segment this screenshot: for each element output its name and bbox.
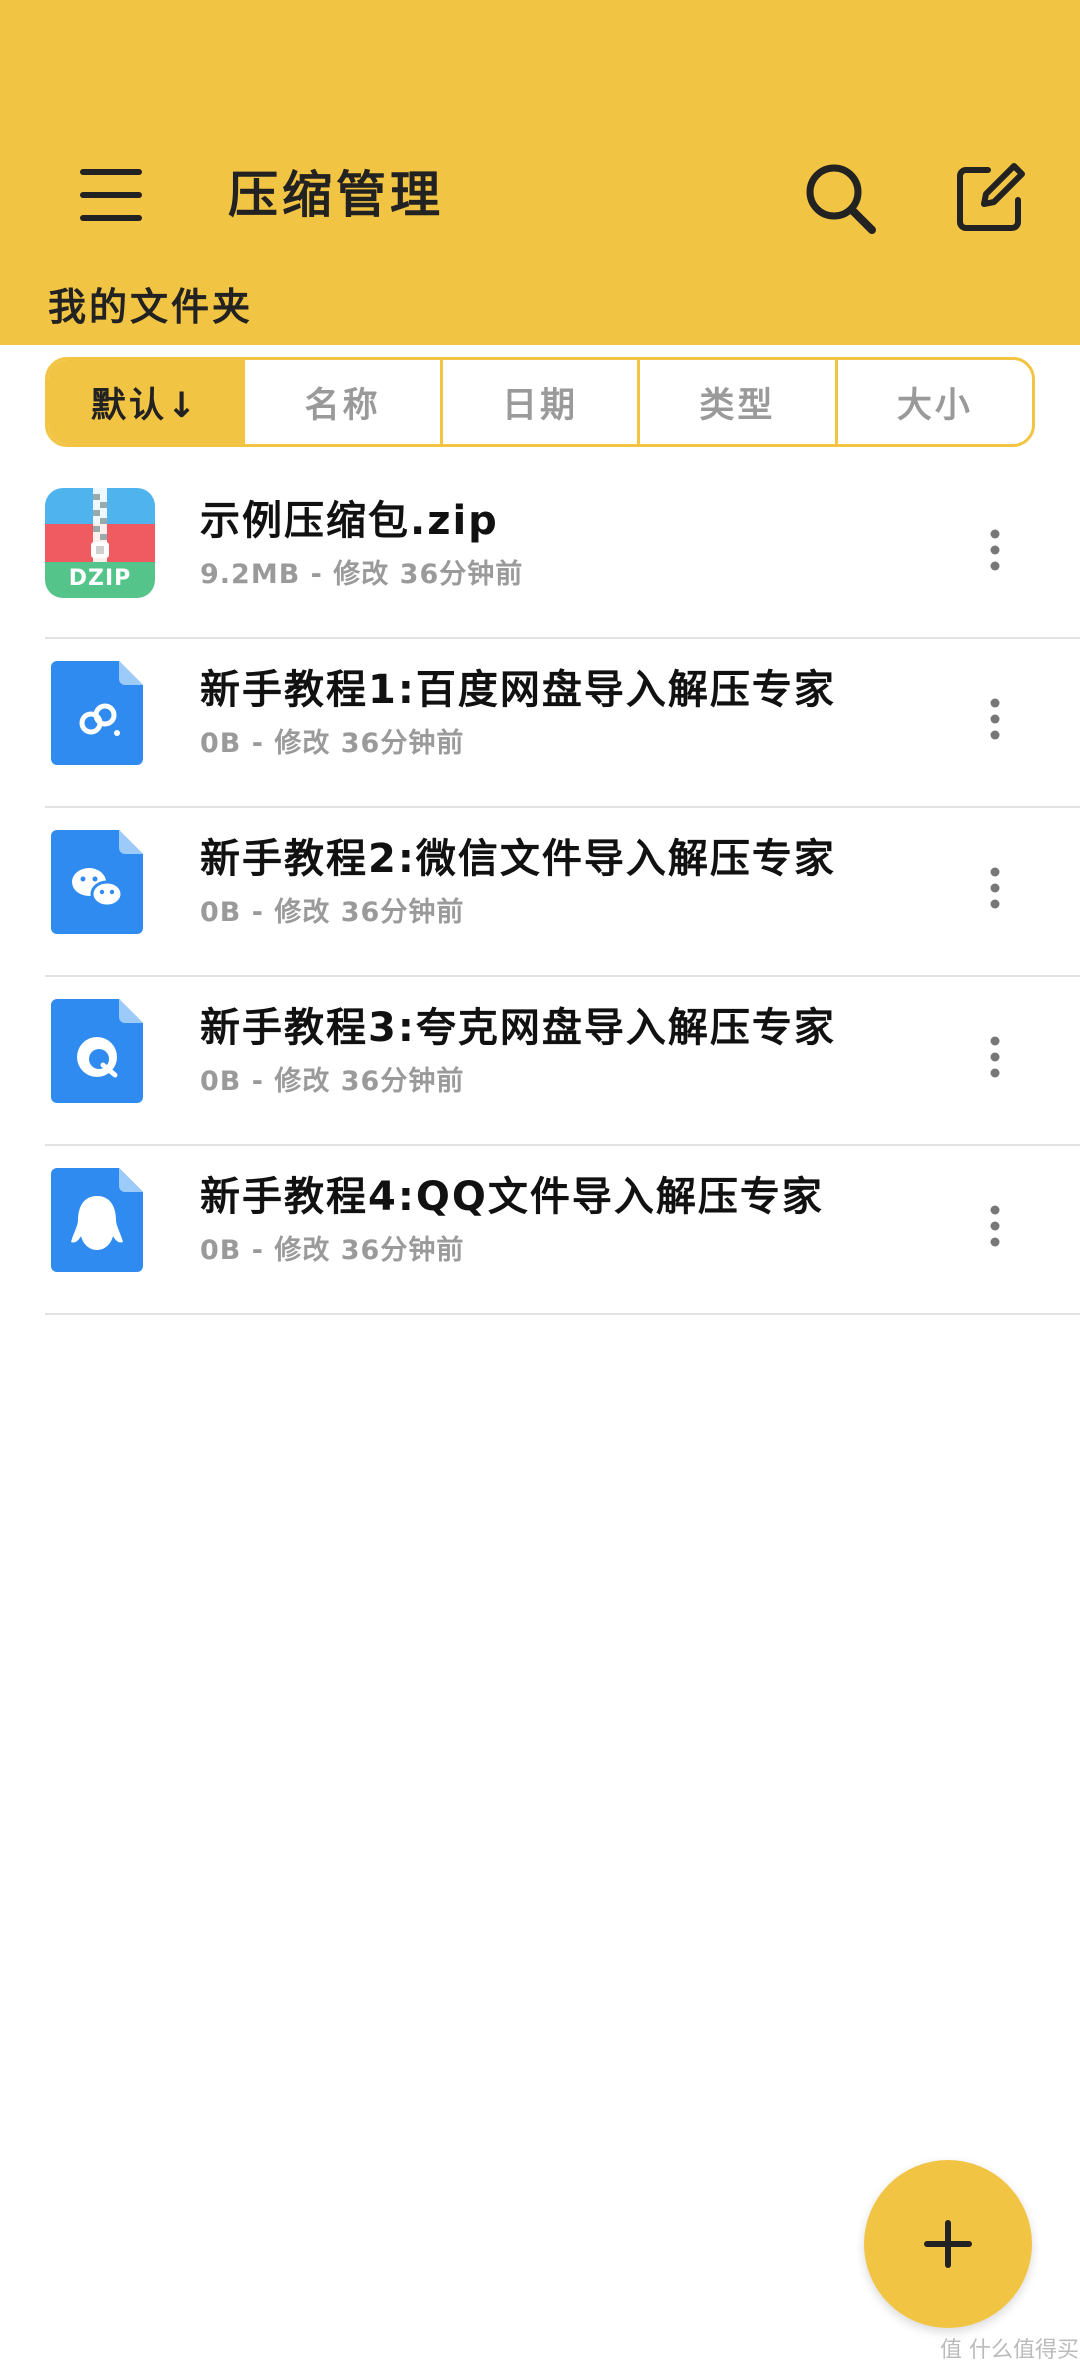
- sort-tabs: 默认↓ 名称 日期 类型 大小: [45, 357, 1035, 447]
- dzip-badge-label: DZIP: [68, 566, 132, 591]
- more-options-button[interactable]: [965, 848, 1025, 928]
- wechat-file-icon: [45, 826, 155, 936]
- sort-tab-name[interactable]: 名称: [242, 360, 439, 444]
- more-vertical-icon: [990, 698, 1000, 740]
- search-icon: [806, 164, 876, 234]
- file-row[interactable]: 新手教程2:微信文件导入解压专家 0B - 修改 36分钟前: [45, 808, 1080, 977]
- plus-icon: [924, 2220, 972, 2268]
- quark-netdisk-file-icon: [45, 995, 155, 1105]
- more-vertical-icon: [990, 1205, 1000, 1247]
- more-vertical-icon: [990, 529, 1000, 571]
- more-vertical-icon: [990, 1036, 1000, 1078]
- file-meta: 0B - 修改 36分钟前: [200, 1235, 465, 1266]
- app-header: 压缩管理 我的文件夹: [0, 0, 1080, 345]
- sort-tab-default[interactable]: 默认↓: [48, 360, 243, 444]
- file-meta: 0B - 修改 36分钟前: [200, 728, 465, 759]
- file-name: 新手教程3:夸克网盘导入解压专家: [200, 1005, 836, 1051]
- file-name: 新手教程2:微信文件导入解压专家: [200, 836, 836, 882]
- edit-icon: [957, 163, 1025, 231]
- menu-button[interactable]: [68, 150, 158, 240]
- sort-tab-size[interactable]: 大小: [834, 360, 1032, 444]
- file-name: 新手教程1:百度网盘导入解压专家: [200, 667, 836, 713]
- file-name: 示例压缩包.zip: [200, 498, 499, 544]
- more-options-button[interactable]: [965, 1186, 1025, 1266]
- file-row[interactable]: 新手教程4:QQ文件导入解压专家 0B - 修改 36分钟前: [45, 1146, 1080, 1315]
- watermark: 值 什么值得买: [940, 2338, 1079, 2363]
- file-row[interactable]: 新手教程1:百度网盘导入解压专家 0B - 修改 36分钟前: [45, 639, 1080, 808]
- more-options-button[interactable]: [965, 679, 1025, 759]
- sort-tab-date[interactable]: 日期: [439, 360, 637, 444]
- hamburger-menu-icon: [80, 169, 142, 221]
- edit-button[interactable]: [940, 148, 1040, 248]
- qq-file-icon: [45, 1164, 155, 1274]
- file-list: DZIP 示例压缩包.zip 9.2MB - 修改 36分钟前 新手教程1:百度…: [0, 470, 1080, 1315]
- dzip-archive-icon: DZIP: [45, 488, 155, 598]
- folder-title: 我的文件夹: [48, 285, 254, 329]
- more-options-button[interactable]: [965, 1017, 1025, 1097]
- sort-tab-type[interactable]: 类型: [637, 360, 834, 444]
- file-row[interactable]: DZIP 示例压缩包.zip 9.2MB - 修改 36分钟前: [45, 470, 1080, 639]
- file-meta: 0B - 修改 36分钟前: [200, 1066, 465, 1097]
- more-options-button[interactable]: [965, 510, 1025, 590]
- search-button[interactable]: [790, 148, 890, 248]
- file-row[interactable]: 新手教程3:夸克网盘导入解压专家 0B - 修改 36分钟前: [45, 977, 1080, 1146]
- more-vertical-icon: [990, 867, 1000, 909]
- baidu-netdisk-file-icon: [45, 657, 155, 767]
- file-name: 新手教程4:QQ文件导入解压专家: [200, 1174, 824, 1220]
- app-title: 压缩管理: [228, 166, 444, 224]
- file-meta: 0B - 修改 36分钟前: [200, 897, 465, 928]
- file-meta: 9.2MB - 修改 36分钟前: [200, 559, 524, 590]
- add-fab-button[interactable]: [864, 2160, 1032, 2328]
